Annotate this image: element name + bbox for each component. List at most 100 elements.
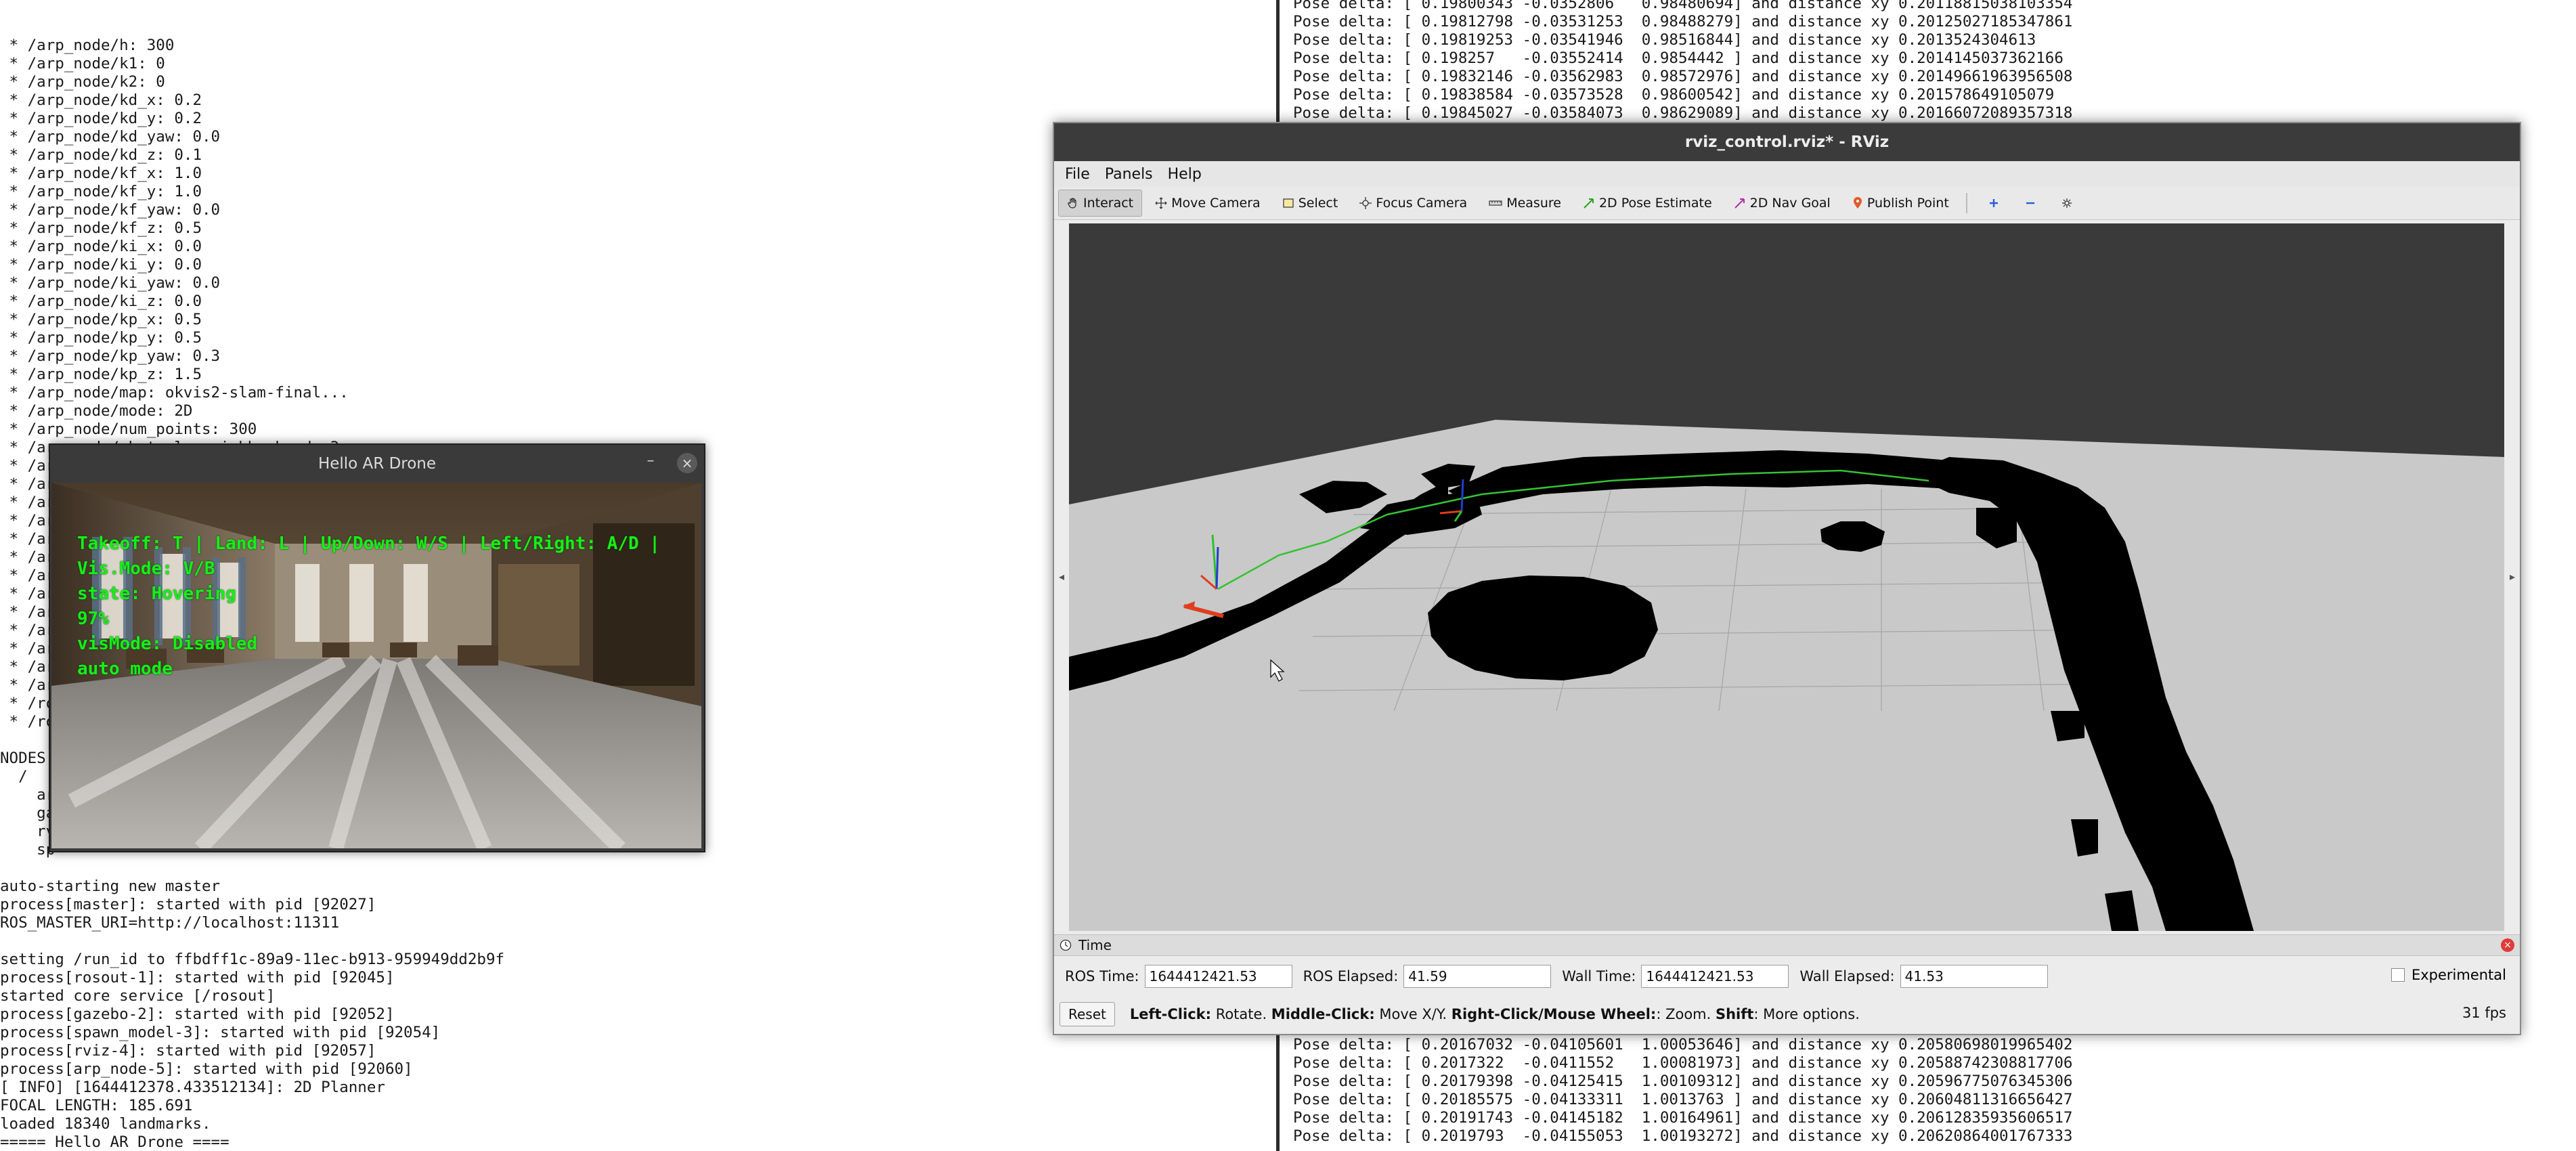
terminal-line: Pose delta: [ 0.2019793 -0.04155053 1.00… [1293, 1127, 2073, 1145]
tool-publish-point[interactable]: Publish Point [1843, 190, 1958, 217]
terminal-line: ===== Hello AR Drone ==== [0, 1133, 230, 1151]
fps-counter: 31 fps [2462, 1005, 2506, 1021]
terminal-line: Pose delta: [ 0.198257 -0.03552414 0.985… [1293, 49, 2064, 67]
tool-measure-label: Measure [1506, 196, 1561, 211]
terminal-line: loaded 18340 landmarks. [0, 1115, 211, 1133]
terminal-line: Pose delta: [ 0.19819253 -0.03541946 0.9… [1293, 31, 2036, 49]
odom-z-axis [1460, 479, 1464, 512]
drone-window-title: Hello AR Drone [318, 455, 437, 473]
hint-rotate: Rotate. [1211, 1006, 1271, 1022]
time-values-row: ROS Time: 1644412421.53 ROS Elapsed: 41.… [1054, 961, 2520, 991]
tool-measure[interactable]: Measure [1480, 190, 1570, 217]
minus-icon [2025, 198, 2036, 209]
terminal-line: Pose delta: [ 0.20179398 -0.04125415 1.0… [1293, 1072, 2073, 1090]
rviz-titlebar[interactable]: rviz_control.rviz* - RViz [1054, 123, 2520, 161]
select-icon [1282, 197, 1294, 209]
hud-line: auto mode [77, 659, 173, 679]
tool-focus-camera[interactable]: Focus Camera [1351, 190, 1476, 217]
tool-move-camera-label: Move Camera [1171, 196, 1261, 211]
time-panel-title: Time [1078, 937, 1112, 953]
hint-right-click: Right-Click/Mouse Wheel: [1451, 1006, 1657, 1022]
toolbar-separator [1965, 193, 1967, 213]
terminal-line: * /arp_node/k2: 0 [0, 73, 165, 91]
ros-elapsed-field[interactable]: 41.59 [1403, 965, 1552, 988]
experimental-label: Experimental [2411, 967, 2506, 983]
menu-help[interactable]: Help [1168, 166, 1202, 183]
terminal-line: Pose delta: [ 0.2017322 -0.0411552 1.000… [1293, 1054, 2073, 1072]
tool-select-label: Select [1298, 196, 1338, 211]
terminal-line: * /arp_node/kd_x: 0.2 [0, 91, 202, 109]
tool-interact-label: Interact [1083, 196, 1134, 211]
hint-zoom: : Zoom. [1656, 1006, 1716, 1022]
rviz-title: rviz_control.rviz* - RViz [1684, 133, 1890, 151]
collapse-right-icon[interactable]: ▸ [2508, 570, 2517, 583]
tool-select[interactable]: Select [1273, 190, 1347, 217]
wall-time-label: Wall Time: [1562, 968, 1636, 984]
collapse-left-icon[interactable]: ◂ [1057, 570, 1066, 583]
tool-move-camera[interactable]: Move Camera [1146, 190, 1269, 217]
close-icon[interactable]: × [2501, 938, 2514, 952]
tool-2d-nav-goal-label: 2D Nav Goal [1749, 196, 1831, 211]
terminal-line: Pose delta: [ 0.19845027 -0.03584073 0.9… [1293, 104, 2073, 122]
occupancy-map-scene [1069, 223, 2504, 931]
green-arrow-icon [1583, 197, 1595, 209]
menu-panels[interactable]: Panels [1105, 166, 1153, 183]
remove-tool-button[interactable] [2016, 190, 2049, 217]
pose-z-axis [1215, 546, 1219, 590]
time-panel-header: Time × [1054, 934, 2520, 956]
reset-button[interactable]: Reset [1060, 1002, 1115, 1026]
rviz-window[interactable]: rviz_control.rviz* - RViz File Panels He… [1053, 122, 2521, 1035]
terminal-line: Pose delta: [ 0.19832146 -0.03562983 0.9… [1293, 68, 2073, 85]
terminal-line: Pose delta: [ 0.20191743 -0.04145182 1.0… [1293, 1109, 2073, 1127]
right-terminal-output-top: Pose delta: [ 0.19800343 -0.0352806 0.98… [1293, 0, 2072, 123]
experimental-checkbox[interactable] [2391, 968, 2405, 982]
rviz-menubar: File Panels Help [1054, 161, 2520, 187]
hint-more-options: : More options. [1753, 1006, 1860, 1022]
hud-line: visMode: Disabled [77, 634, 258, 654]
close-icon[interactable]: × [677, 453, 697, 473]
terminal-line: Pose delta: [ 0.19838584 -0.03573528 0.9… [1293, 86, 2055, 104]
wall-time-field[interactable]: 1644412421.53 [1641, 965, 1789, 988]
experimental-toggle[interactable]: Experimental [2391, 967, 2506, 983]
tool-properties-button[interactable] [2053, 190, 2085, 217]
floor-plane [1069, 420, 2504, 931]
menu-file[interactable]: File [1065, 166, 1090, 183]
plus-icon [1988, 198, 1999, 209]
terminal-line: process[arp_node-5]: started with pid [9… [0, 1060, 413, 1078]
ros-time-field[interactable]: 1644412421.53 [1144, 965, 1292, 988]
terminal-line: Pose delta: [ 0.19800343 -0.0352806 0.98… [1293, 0, 2073, 12]
right-terminal-output-bottom: Pose delta: [ 0.20167032 -0.04105601 1.0… [1293, 1036, 2072, 1146]
tool-publish-point-label: Publish Point [1866, 196, 1949, 211]
rviz-toolbar: Interact Move Camera Select Focus Camera… [1054, 187, 2520, 220]
tool-focus-camera-label: Focus Camera [1376, 196, 1468, 211]
tool-2d-pose-estimate[interactable]: 2D Pose Estimate [1574, 190, 1721, 217]
drone-window[interactable]: Hello AR Drone – × Takeoff: T | Land: L … [49, 443, 705, 852]
terminal-line: [ INFO] [1644412378.433512134]: 2D Plann… [0, 1079, 385, 1096]
terminal-line: Pose delta: [ 0.20167032 -0.04105601 1.0… [1293, 1036, 2073, 1054]
map-pin-icon [1852, 197, 1863, 209]
purple-arrow-icon [1734, 197, 1746, 209]
drone-camera-view: Takeoff: T | Land: L | Up/Down: W/S | Le… [51, 483, 701, 848]
terminal-line: FOCAL LENGTH: 185.691 [0, 1097, 193, 1114]
hint-middle-click: Middle-Click: [1271, 1006, 1375, 1022]
minimize-icon[interactable]: – [640, 453, 661, 473]
drone-hud-overlay: Takeoff: T | Land: L | Up/Down: W/S | Le… [77, 531, 701, 682]
wall-elapsed-field[interactable]: 41.53 [1900, 965, 2048, 988]
status-bar: Reset Left-Click: Rotate. Middle-Click: … [1054, 999, 2520, 1029]
hint-shift: Shift [1715, 1006, 1754, 1022]
hand-icon [1067, 197, 1079, 209]
wall-elapsed-label: Wall Elapsed: [1799, 968, 1895, 984]
ros-time-label: ROS Time: [1065, 968, 1139, 984]
terminal-line: Pose delta: [ 0.20185575 -0.04133311 1.0… [1293, 1091, 2073, 1108]
hint-move: Move X/Y. [1374, 1006, 1451, 1022]
hud-line: Takeoff: T | Land: L | Up/Down: W/S | Le… [77, 534, 660, 579]
tool-interact[interactable]: Interact [1058, 190, 1143, 217]
drone-window-titlebar[interactable]: Hello AR Drone – × [50, 445, 704, 483]
ruler-icon [1489, 197, 1502, 209]
hud-line: 97% [77, 609, 109, 629]
add-tool-button[interactable] [1980, 190, 2012, 217]
hint-left-click: Left-Click: [1129, 1006, 1212, 1022]
crosshair-icon [1359, 197, 1372, 209]
rviz-3d-view[interactable] [1069, 223, 2504, 931]
tool-2d-nav-goal[interactable]: 2D Nav Goal [1725, 190, 1839, 217]
